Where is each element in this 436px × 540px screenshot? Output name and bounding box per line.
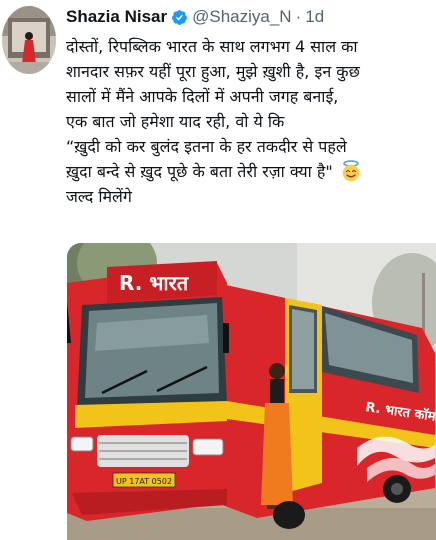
avatar-image	[2, 6, 56, 74]
bus-front-sign: R. भारत	[119, 271, 190, 295]
smiling-face-with-halo-icon	[340, 160, 362, 182]
tweet-line: ख़ुदा बन्दे से ख़ुद पूछे के बता तेरी रज़…	[66, 162, 333, 181]
user-handle[interactable]: @Shaziya_N	[192, 7, 291, 27]
tweet-header: Shazia Nisar @Shaziya_N · 1d	[66, 4, 324, 30]
bus-photo: R. भारत कॉम R. भारत UP 17AT 0502	[67, 243, 436, 540]
tweet-text: दोस्तों, रिपब्लिक भारत के साथ लगभग 4 साल…	[66, 34, 436, 209]
tweet-media-photo[interactable]: R. भारत कॉम R. भारत UP 17AT 0502	[67, 243, 436, 540]
display-name[interactable]: Shazia Nisar	[66, 7, 167, 27]
tweet-line: एक बात जो हमेशा याद रही, वो ये कि	[66, 112, 285, 131]
tweet: Shazia Nisar @Shaziya_N · 1d दोस्तों, रि…	[0, 0, 436, 540]
tweet-line: जल्द मिलेंगे	[66, 187, 132, 206]
tweet-line: शानदार सफ़र यहीं पूरा हुआ, मुझे ख़ुशी है…	[66, 62, 360, 81]
license-plate: UP 17AT 0502	[116, 477, 172, 486]
verified-badge-icon	[171, 9, 188, 26]
avatar[interactable]	[2, 6, 56, 74]
tweet-line: “ख़ुदी को कर बुलंद इतना के हर तकदीर से प…	[66, 137, 347, 156]
separator-dot: ·	[295, 7, 302, 26]
tweet-line-with-emoji: ख़ुदा बन्दे से ख़ुद पूछे के बता तेरी रज़…	[66, 159, 436, 184]
tweet-line: सालों में मैंने आपके दिलों में अपनी जगह …	[66, 87, 339, 106]
timestamp[interactable]: 1d	[305, 7, 324, 27]
tweet-line: दोस्तों, रिपब्लिक भारत के साथ लगभग 4 साल…	[66, 37, 358, 56]
